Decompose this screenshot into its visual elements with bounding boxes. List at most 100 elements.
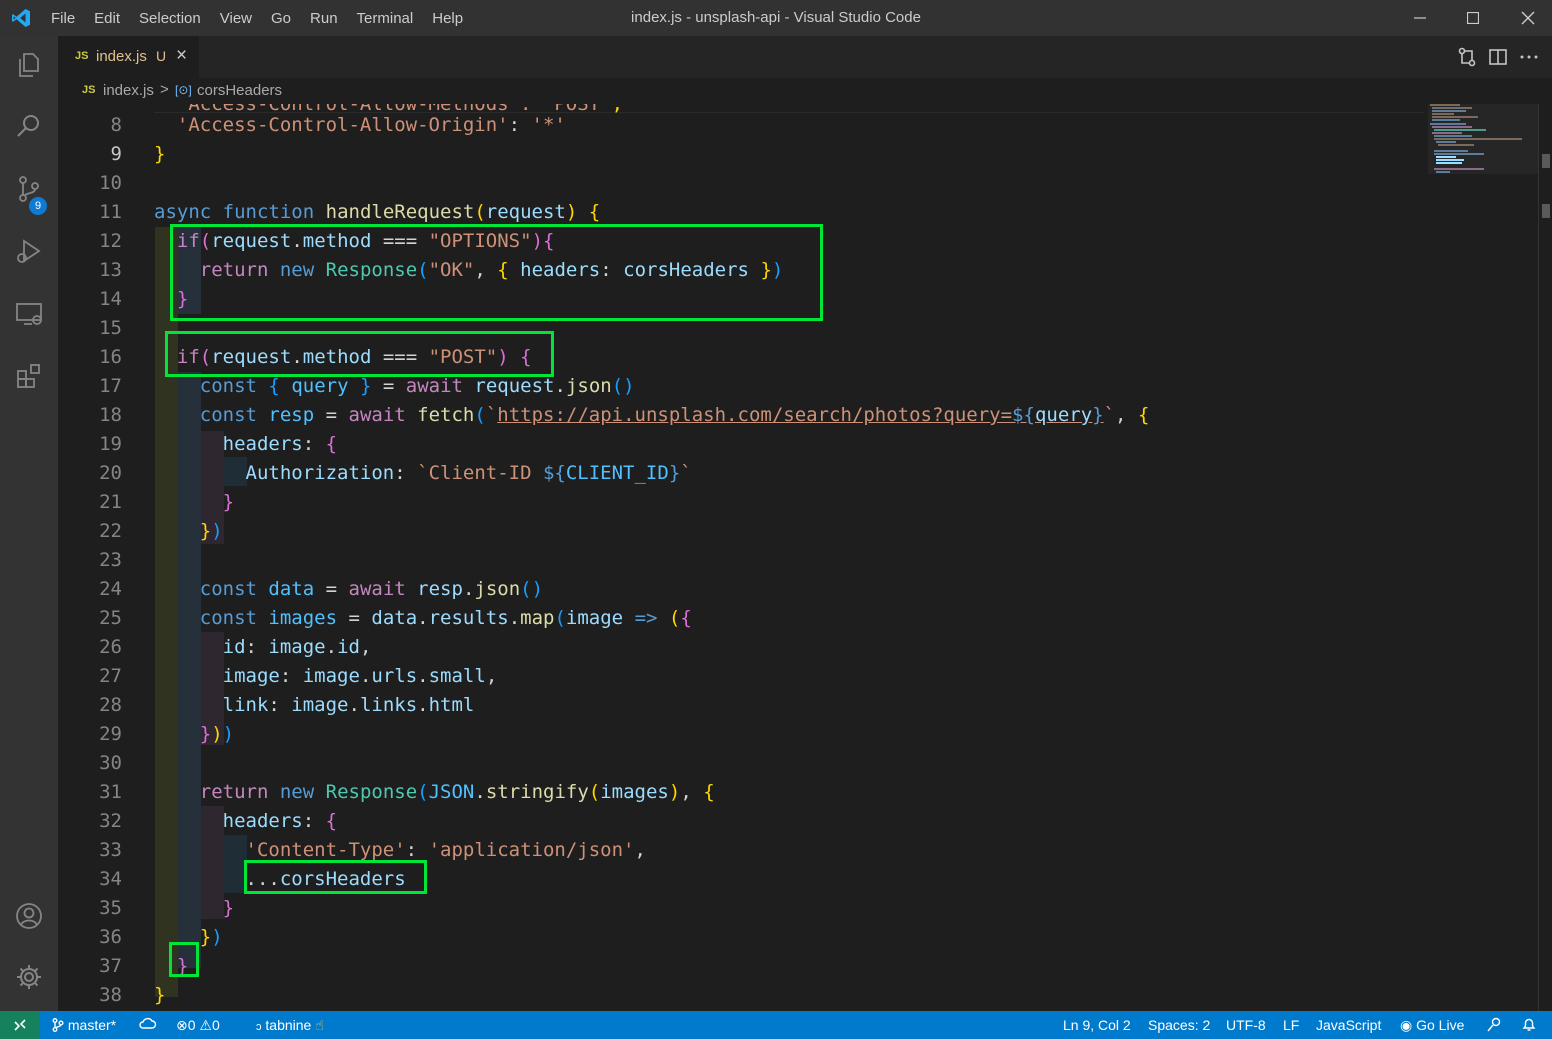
activity-explorer[interactable] (0, 36, 58, 94)
tab-close-icon[interactable]: × (176, 45, 187, 67)
variable-symbol-icon: [⊙] (175, 83, 192, 97)
branch-indicator[interactable]: master* (52, 1017, 116, 1033)
cloud-sync-icon (139, 1017, 157, 1029)
line-number: 31 (99, 781, 122, 803)
line-number: 34 (99, 868, 122, 890)
menu-terminal[interactable]: Terminal (357, 10, 414, 27)
code-editor[interactable]: 8 9 10 11 12 13 14 15 16 17 18 19 20 21 22 23 24 25 26 27 28… (58, 104, 1552, 1011)
source-control-badge: 9 (29, 197, 47, 215)
highlight-box-post (165, 331, 554, 377)
notifications-button[interactable] (1522, 1017, 1536, 1035)
javascript-file-icon: JS (75, 50, 89, 62)
line-number: 35 (99, 897, 122, 919)
line-number: 30 (99, 752, 122, 774)
go-live-label: Go Live (1416, 1017, 1465, 1033)
code-line: 'Access-Control-Allow-Origin': '*' (176, 114, 566, 136)
highlight-box-closing-brace (169, 942, 199, 977)
tabnine-icon: ↄ (256, 1021, 262, 1033)
explorer-icon (19, 53, 39, 77)
line-number: 36 (99, 926, 122, 948)
code-line: Authorization: `Client-ID ${CLIENT_ID}` (245, 462, 692, 484)
activity-remote-explorer[interactable] (0, 285, 58, 343)
breadcrumb-file[interactable]: index.js (103, 82, 154, 99)
menu-view[interactable]: View (220, 10, 252, 27)
warning-count: 0 (211, 1017, 220, 1033)
tab-index-js[interactable]: JS index.js U × (58, 36, 199, 78)
activity-accounts[interactable] (0, 887, 58, 945)
code-line: const images = data.results.map(image =>… (199, 607, 692, 629)
tabnine-label: tabnine (265, 1017, 312, 1033)
activity-search[interactable] (0, 97, 58, 155)
eol-indicator[interactable]: LF (1283, 1017, 1299, 1033)
breadcrumb-symbol[interactable]: corsHeaders (197, 82, 282, 99)
activity-settings[interactable] (0, 948, 58, 1006)
menu-run[interactable]: Run (310, 10, 338, 27)
broadcast-icon: ◉ (1400, 1017, 1413, 1033)
language-mode[interactable]: JavaScript (1316, 1017, 1381, 1033)
line-number: 37 (99, 955, 122, 977)
line-number: 10 (99, 172, 122, 194)
activity-extensions[interactable] (0, 347, 58, 405)
settings-gear-icon (17, 965, 41, 989)
tab-label: index.js (96, 48, 147, 65)
menu-selection[interactable]: Selection (139, 10, 201, 27)
menu-go[interactable]: Go (271, 10, 291, 27)
problems-indicator[interactable]: ⊗0 ⚠0 (176, 1017, 220, 1034)
line-number: 28 (99, 694, 122, 716)
accounts-icon (16, 903, 42, 929)
branch-name: master* (67, 1017, 117, 1033)
line-number: 22 (99, 520, 122, 542)
tab-bar: JS index.js U × (58, 36, 1552, 78)
line-number: 32 (99, 810, 122, 832)
close-window-button[interactable] (1505, 0, 1551, 36)
compare-changes-icon[interactable] (1456, 46, 1478, 68)
split-editor-icon[interactable] (1487, 46, 1509, 68)
line-number: 21 (99, 491, 122, 513)
encoding-indicator[interactable]: UTF-8 (1226, 1017, 1266, 1033)
code-line: link: image.links.html (222, 694, 475, 716)
menu-help[interactable]: Help (432, 10, 463, 27)
cursor-position[interactable]: Ln 9, Col 2 (1063, 1017, 1131, 1033)
more-actions-icon[interactable] (1518, 46, 1540, 68)
code-line: })) (199, 723, 235, 745)
go-live-button[interactable]: ◉ Go Live (1400, 1017, 1464, 1034)
code-line: } (154, 143, 166, 165)
sync-button[interactable] (139, 1017, 157, 1034)
code-line: } (154, 984, 166, 1006)
warning-icon: ⚠ (199, 1017, 212, 1033)
line-number: 17 (99, 375, 122, 397)
line-number: 26 (99, 636, 122, 658)
minimap[interactable] (1428, 104, 1538, 1011)
breadcrumb: JS index.js > [⊙] corsHeaders (58, 78, 1552, 104)
code-line: async function handleRequest(request) { (154, 201, 601, 223)
tabnine-hand-icon: ☝ (315, 1017, 324, 1033)
javascript-file-icon: JS (82, 84, 96, 96)
error-icon: ⊗ (176, 1017, 188, 1033)
code-line: headers: { (222, 433, 338, 455)
tab-untracked-status: U (156, 48, 167, 64)
code-line: }) (199, 520, 223, 542)
code-line: headers: { (222, 810, 338, 832)
line-number: 38 (99, 984, 122, 1006)
maximize-button[interactable] (1450, 0, 1496, 36)
vertical-scrollbar[interactable] (1538, 104, 1552, 1011)
remote-indicator-button[interactable] (0, 1011, 40, 1039)
feedback-button[interactable] (1487, 1017, 1503, 1035)
line-number: 14 (99, 288, 122, 310)
remote-explorer-icon (16, 303, 42, 325)
code-line: } (222, 897, 235, 919)
status-bar: master* ⊗0 ⚠0 ↄ tabnine ☝ Ln 9, Col 2 Sp… (0, 1011, 1552, 1039)
activity-source-control[interactable]: 9 (0, 160, 58, 218)
activity-run-debug[interactable] (0, 222, 58, 280)
indentation-indicator[interactable]: Spaces: 2 (1148, 1017, 1210, 1033)
tabnine-indicator[interactable]: ↄ tabnine ☝ (256, 1017, 324, 1034)
bell-icon (1522, 1018, 1536, 1031)
menu-edit[interactable]: Edit (94, 10, 120, 27)
menu-bar: File Edit Selection View Go Run Terminal… (51, 0, 482, 36)
line-number: 13 (99, 259, 122, 281)
minimize-button[interactable] (1397, 0, 1443, 36)
menu-file[interactable]: File (51, 10, 75, 27)
line-number: 33 (99, 839, 122, 861)
code-line: const resp = await fetch(`https://api.un… (199, 404, 1150, 426)
code-line: return new Response(JSON.stringify(image… (199, 781, 715, 803)
